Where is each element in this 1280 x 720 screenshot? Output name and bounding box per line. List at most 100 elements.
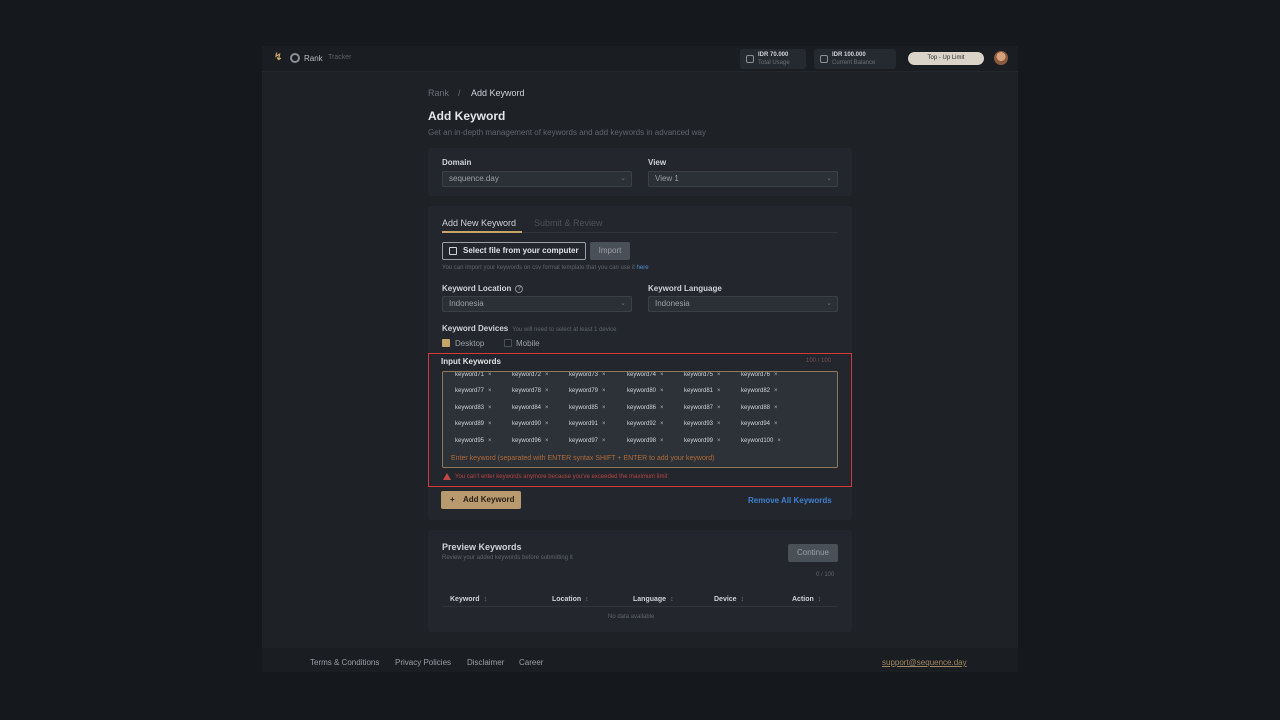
remove-keyword-icon[interactable]: × [717,372,721,378]
keyword-chip-label: keyword71 [455,372,485,378]
tab-submit-review[interactable]: Submit & Review [534,218,603,228]
remove-keyword-icon[interactable]: × [717,438,721,444]
view-select[interactable]: View 1 ⌄ [648,171,838,187]
keywords-placeholder: Enter keyword (separated with ENTER synt… [451,455,715,462]
plus-icon: + [450,495,455,504]
keyword-chip-label: keyword87 [684,405,714,411]
keyword-chip: keyword91 × [569,419,606,429]
template-link[interactable]: here [637,265,649,271]
remove-keyword-icon[interactable]: × [602,372,606,378]
desktop-checkbox[interactable] [442,339,450,347]
remove-keyword-icon[interactable]: × [545,388,549,394]
remove-keyword-icon[interactable]: × [545,405,549,411]
input-keywords-label: Input Keywords [441,357,502,366]
breadcrumb-separator: / [458,88,461,98]
keywords-input[interactable]: Enter keyword (separated with ENTER synt… [442,371,838,468]
remove-keyword-icon[interactable]: × [602,438,606,444]
remove-keyword-icon[interactable]: × [545,372,549,378]
remove-keyword-icon[interactable]: × [660,372,664,378]
import-button[interactable]: Import [590,242,630,260]
keyword-chip: keyword93 × [684,419,721,429]
keyword-chip: keyword78 × [512,386,549,396]
usage-label: Total Usage [758,60,790,66]
select-file-label: Select file from your computer [463,246,579,255]
remove-keyword-icon[interactable]: × [717,388,721,394]
upload-icon [449,247,457,255]
location-value: Indonesia [449,299,484,308]
keyword-chip: keyword90 × [512,419,549,429]
keyword-chip-label: keyword76 [741,372,771,378]
logo-icon[interactable]: ↯ [274,53,284,63]
column-device[interactable]: Device ↕ [714,596,744,603]
remove-keyword-icon[interactable]: × [774,405,778,411]
remove-keyword-icon[interactable]: × [774,388,778,394]
remove-keyword-icon[interactable]: × [545,421,549,427]
remove-keyword-icon[interactable]: × [602,421,606,427]
chevron-down-icon: ⌄ [826,300,832,307]
column-keyword-label: Keyword [450,596,480,603]
remove-keyword-icon[interactable]: × [777,438,781,444]
help-icon[interactable]: ? [515,284,524,293]
keyword-chip: keyword85 × [569,403,606,413]
footer-link-privacy[interactable]: Privacy Policies [395,658,451,667]
select-file-button[interactable]: Select file from your computer [442,242,586,260]
breadcrumb-root[interactable]: Rank [428,88,449,98]
remove-keyword-icon[interactable]: × [717,405,721,411]
column-keyword[interactable]: Keyword ↕ [450,596,487,603]
footer-link-disclaimer[interactable]: Disclaimer [467,658,504,667]
keyword-chip-label: keyword91 [569,421,599,427]
location-select[interactable]: Indonesia ⌄ [442,296,632,312]
avatar[interactable] [994,51,1008,65]
remove-keyword-icon[interactable]: × [488,372,492,378]
remove-keyword-icon[interactable]: × [660,405,664,411]
language-select[interactable]: Indonesia ⌄ [648,296,838,312]
page-title: Add Keyword [428,109,506,123]
keyword-chip-label: keyword98 [627,438,657,444]
remove-keyword-icon[interactable]: × [602,405,606,411]
devices-label: Keyword Devices You will need to select a… [442,324,616,333]
remove-keyword-icon[interactable]: × [488,438,492,444]
footer-link-terms[interactable]: Terms & Conditions [310,658,379,667]
remove-all-keywords-link[interactable]: Remove All Keywords [748,496,832,505]
remove-keyword-icon[interactable]: × [488,405,492,411]
view-value: View 1 [655,174,679,183]
column-action[interactable]: Action ↕ [792,596,821,603]
remove-keyword-icon[interactable]: × [774,421,778,427]
keyword-chip: keyword95 × [455,436,492,446]
remove-keyword-icon[interactable]: × [602,388,606,394]
keyword-chip: keyword81 × [684,386,721,396]
remove-keyword-icon[interactable]: × [488,421,492,427]
footer-link-career[interactable]: Career [519,658,543,667]
tab-add-new-keyword[interactable]: Add New Keyword [442,218,516,228]
import-hint-text: You can import your keywords on csv form… [442,265,635,271]
support-email-link[interactable]: support@sequence.day [882,658,967,667]
keyword-chip-label: keyword78 [512,388,542,394]
keyword-chip-label: keyword100 [741,438,774,444]
brand-icon [290,53,300,63]
remove-keyword-icon[interactable]: × [488,388,492,394]
keyword-chip: keyword84 × [512,403,549,413]
usage-amount: IDR 70.000 [758,52,789,58]
remove-keyword-icon[interactable]: × [660,438,664,444]
topup-button[interactable]: Top - Up Limit [908,52,984,65]
chevron-down-icon: ⌄ [826,175,832,182]
keyword-chip-label: keyword75 [684,372,714,378]
keyword-chip-label: keyword94 [741,421,771,427]
remove-keyword-icon[interactable]: × [717,421,721,427]
usage-icon [746,55,754,63]
continue-button[interactable]: Continue [788,544,838,562]
remove-keyword-icon[interactable]: × [660,388,664,394]
remove-keyword-icon[interactable]: × [660,421,664,427]
domain-select[interactable]: sequence.day ⌄ [442,171,632,187]
preview-card: Preview Keywords Review your added keywo… [428,530,852,632]
column-location[interactable]: Location ↕ [552,596,589,603]
remove-keyword-icon[interactable]: × [774,372,778,378]
empty-state: No data available [608,614,655,620]
add-keyword-button[interactable]: + Add Keyword [441,491,521,509]
remove-keyword-icon[interactable]: × [545,438,549,444]
location-label: Keyword Location? [442,284,524,293]
keyword-chip-label: keyword79 [569,388,599,394]
column-language[interactable]: Language ↕ [633,596,674,603]
mobile-checkbox[interactable] [504,339,512,347]
breadcrumb-current: Add Keyword [471,88,525,98]
